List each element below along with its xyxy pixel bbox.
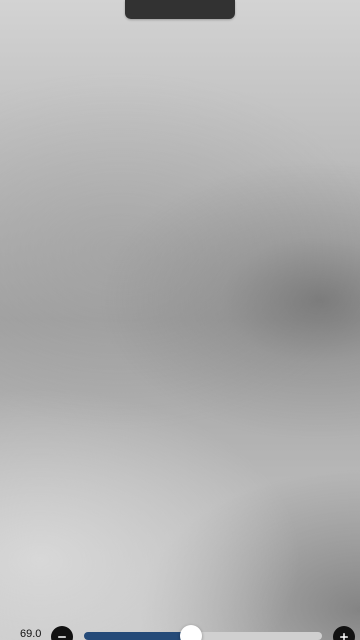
value-label: 69.0 <box>20 628 42 640</box>
slider-thumb[interactable] <box>180 625 203 640</box>
top-notch <box>125 0 235 19</box>
minus-icon <box>56 631 68 640</box>
plus-icon <box>338 631 350 640</box>
slider-fill <box>84 632 192 640</box>
value-slider[interactable] <box>84 625 322 640</box>
